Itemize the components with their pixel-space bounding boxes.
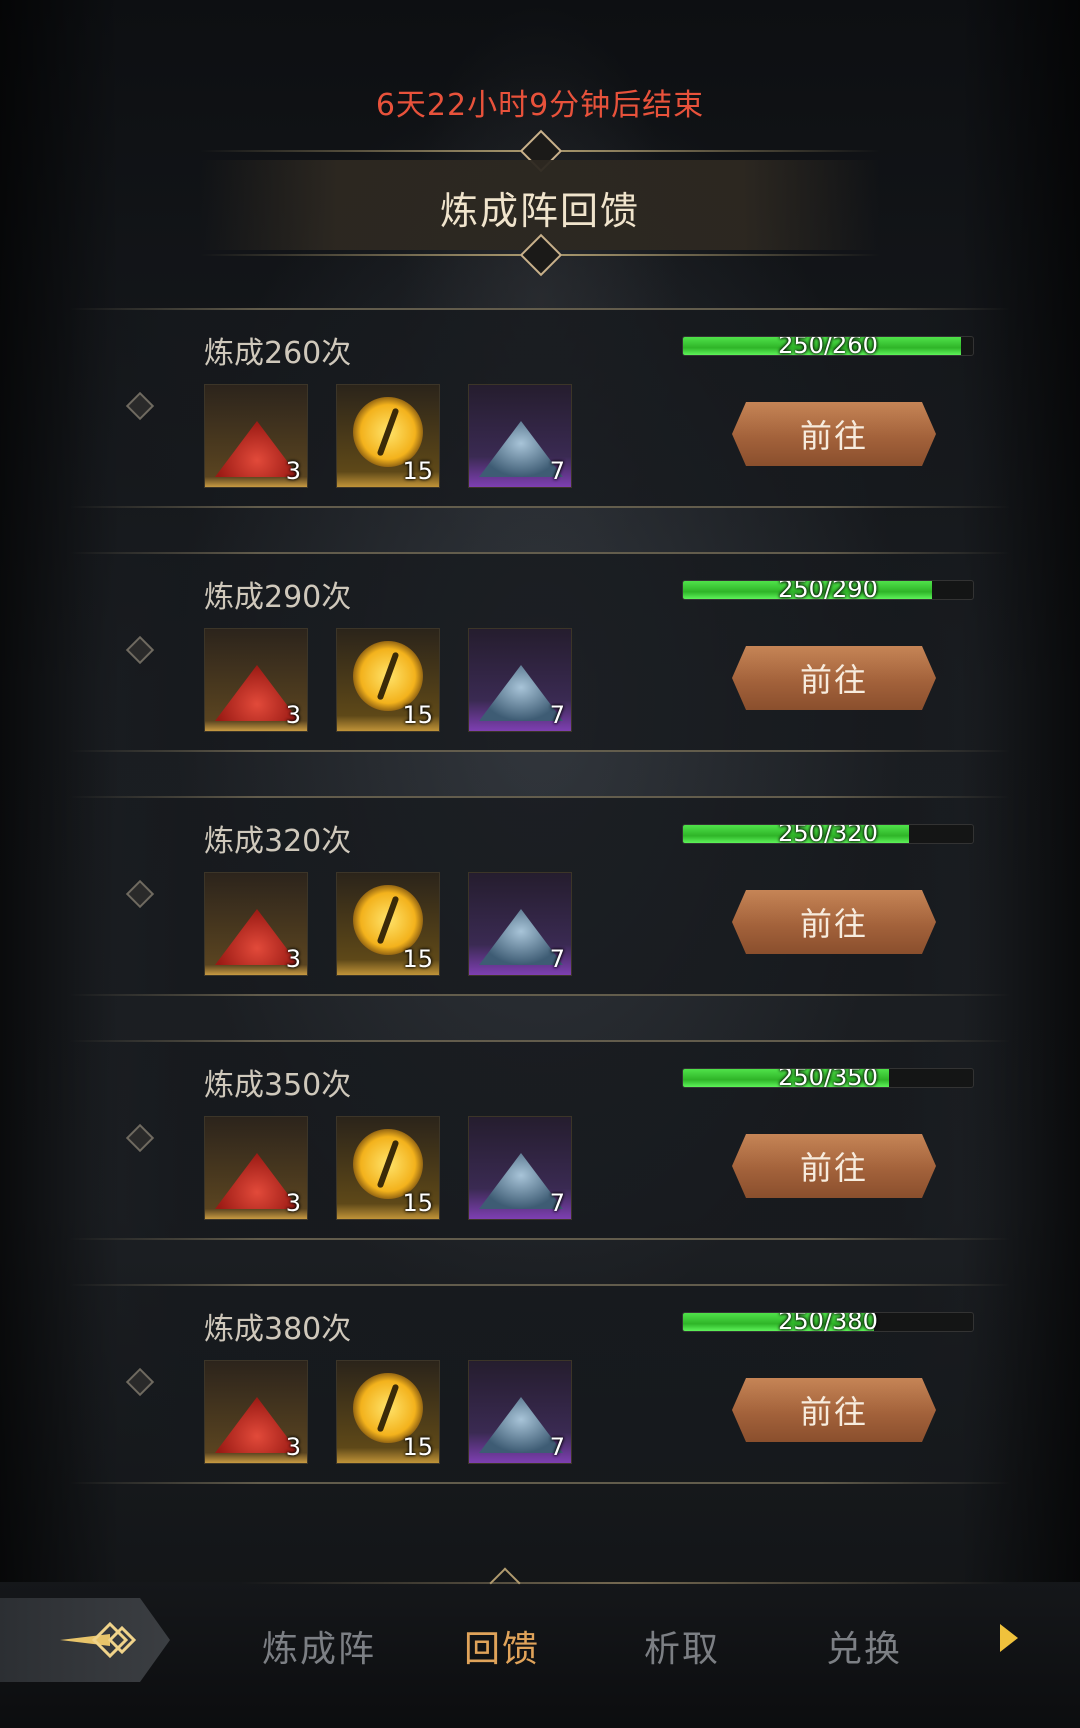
reward-item-blue-powder[interactable]: 7 (468, 628, 572, 732)
reward-row: 炼成380次 3 15 7 250/380 前往 (70, 1284, 1010, 1484)
tab-alchemy-array[interactable]: 炼成阵 (262, 1620, 376, 1672)
progress-bar: 250/350 (682, 1068, 974, 1088)
reward-item-golden-eye[interactable]: 15 (336, 384, 440, 488)
go-button-label: 前往 (799, 1149, 868, 1187)
reward-row: 炼成260次 3 15 7 250/260 前往 (70, 308, 1010, 508)
item-count: 3 (285, 457, 301, 485)
reward-item-blue-powder[interactable]: 7 (468, 384, 572, 488)
item-count: 7 (549, 457, 565, 485)
progress-text: 250/380 (778, 1312, 878, 1332)
item-count: 3 (285, 1189, 301, 1217)
reward-item-red-powder[interactable]: 3 (204, 1116, 308, 1220)
item-count: 15 (402, 1189, 433, 1217)
row-title: 炼成260次 (204, 336, 352, 371)
row-title: 炼成380次 (204, 1312, 352, 1347)
reward-item-golden-eye[interactable]: 15 (336, 1116, 440, 1220)
progress-bar: 250/380 (682, 1312, 974, 1332)
row-diamond-icon (125, 879, 155, 909)
title-banner: 炼成阵回馈 (200, 129, 880, 277)
reward-item-red-powder[interactable]: 3 (204, 628, 308, 732)
item-count: 3 (285, 701, 301, 729)
item-count: 3 (285, 1433, 301, 1461)
tab-extract[interactable]: 析取 (644, 1620, 720, 1672)
reward-item-golden-eye[interactable]: 15 (336, 1360, 440, 1464)
row-diamond-icon (125, 1123, 155, 1153)
row-divider (70, 1482, 1010, 1484)
go-button[interactable]: 前往 (732, 402, 936, 466)
reward-item-blue-powder[interactable]: 7 (468, 1116, 572, 1220)
go-button[interactable]: 前往 (732, 1134, 936, 1198)
row-divider (70, 506, 1010, 508)
go-button[interactable]: 前往 (732, 890, 936, 954)
reward-row: 炼成290次 3 15 7 250/290 前往 (70, 552, 1010, 752)
item-count: 15 (402, 1433, 433, 1461)
tab-exchange[interactable]: 兑换 (826, 1620, 902, 1672)
reward-item-golden-eye[interactable]: 15 (336, 872, 440, 976)
active-tab-marker-icon (489, 1567, 521, 1599)
reward-item-golden-eye[interactable]: 15 (336, 628, 440, 732)
row-divider (70, 308, 1010, 310)
go-button[interactable]: 前往 (732, 646, 936, 710)
progress-text: 250/320 (778, 824, 878, 844)
go-button-label: 前往 (799, 417, 868, 455)
item-count: 7 (549, 1433, 565, 1461)
go-button-label: 前往 (799, 661, 868, 699)
reward-row: 炼成350次 3 15 7 250/350 前往 (70, 1040, 1010, 1240)
reward-item-blue-powder[interactable]: 7 (468, 1360, 572, 1464)
row-title: 炼成290次 (204, 580, 352, 615)
row-divider (70, 750, 1010, 752)
row-diamond-icon (125, 1367, 155, 1397)
reward-item-red-powder[interactable]: 3 (204, 384, 308, 488)
progress-text: 250/260 (778, 336, 878, 356)
item-count: 7 (549, 701, 565, 729)
go-button-label: 前往 (799, 905, 868, 943)
progress-bar: 250/290 (682, 580, 974, 600)
row-diamond-icon (125, 391, 155, 421)
nav-next-arrow-icon[interactable] (1000, 1624, 1018, 1652)
go-button[interactable]: 前往 (732, 1378, 936, 1442)
row-divider (70, 1284, 1010, 1286)
item-count: 15 (402, 945, 433, 973)
progress-text: 250/350 (778, 1068, 878, 1088)
row-diamond-icon (125, 635, 155, 665)
item-count: 3 (285, 945, 301, 973)
reward-item-red-powder[interactable]: 3 (204, 872, 308, 976)
compass-diamond-icon (60, 1621, 137, 1659)
progress-text: 250/290 (778, 580, 878, 600)
item-count: 7 (549, 1189, 565, 1217)
tab-feedback[interactable]: 回馈 (464, 1620, 540, 1672)
event-timer: 6天22小时9分钟后结束 (375, 88, 705, 123)
item-count: 7 (549, 945, 565, 973)
row-divider (70, 1040, 1010, 1042)
reward-item-blue-powder[interactable]: 7 (468, 872, 572, 976)
nav-divider (240, 1582, 1010, 1584)
row-title: 炼成350次 (204, 1068, 352, 1103)
row-divider (70, 1238, 1010, 1240)
item-count: 15 (402, 701, 433, 729)
reward-row: 炼成320次 3 15 7 250/320 前往 (70, 796, 1010, 996)
go-button-label: 前往 (799, 1393, 868, 1431)
item-count: 15 (402, 457, 433, 485)
reward-item-red-powder[interactable]: 3 (204, 1360, 308, 1464)
bottom-nav: 炼成阵 回馈 析取 兑换 (0, 1567, 1080, 1728)
row-title: 炼成320次 (204, 824, 352, 859)
menu-button[interactable] (0, 1598, 170, 1682)
row-divider (70, 552, 1010, 554)
progress-bar: 250/260 (682, 336, 974, 356)
row-divider (70, 994, 1010, 996)
page-title: 炼成阵回馈 (439, 189, 640, 233)
progress-bar: 250/320 (682, 824, 974, 844)
row-divider (70, 796, 1010, 798)
